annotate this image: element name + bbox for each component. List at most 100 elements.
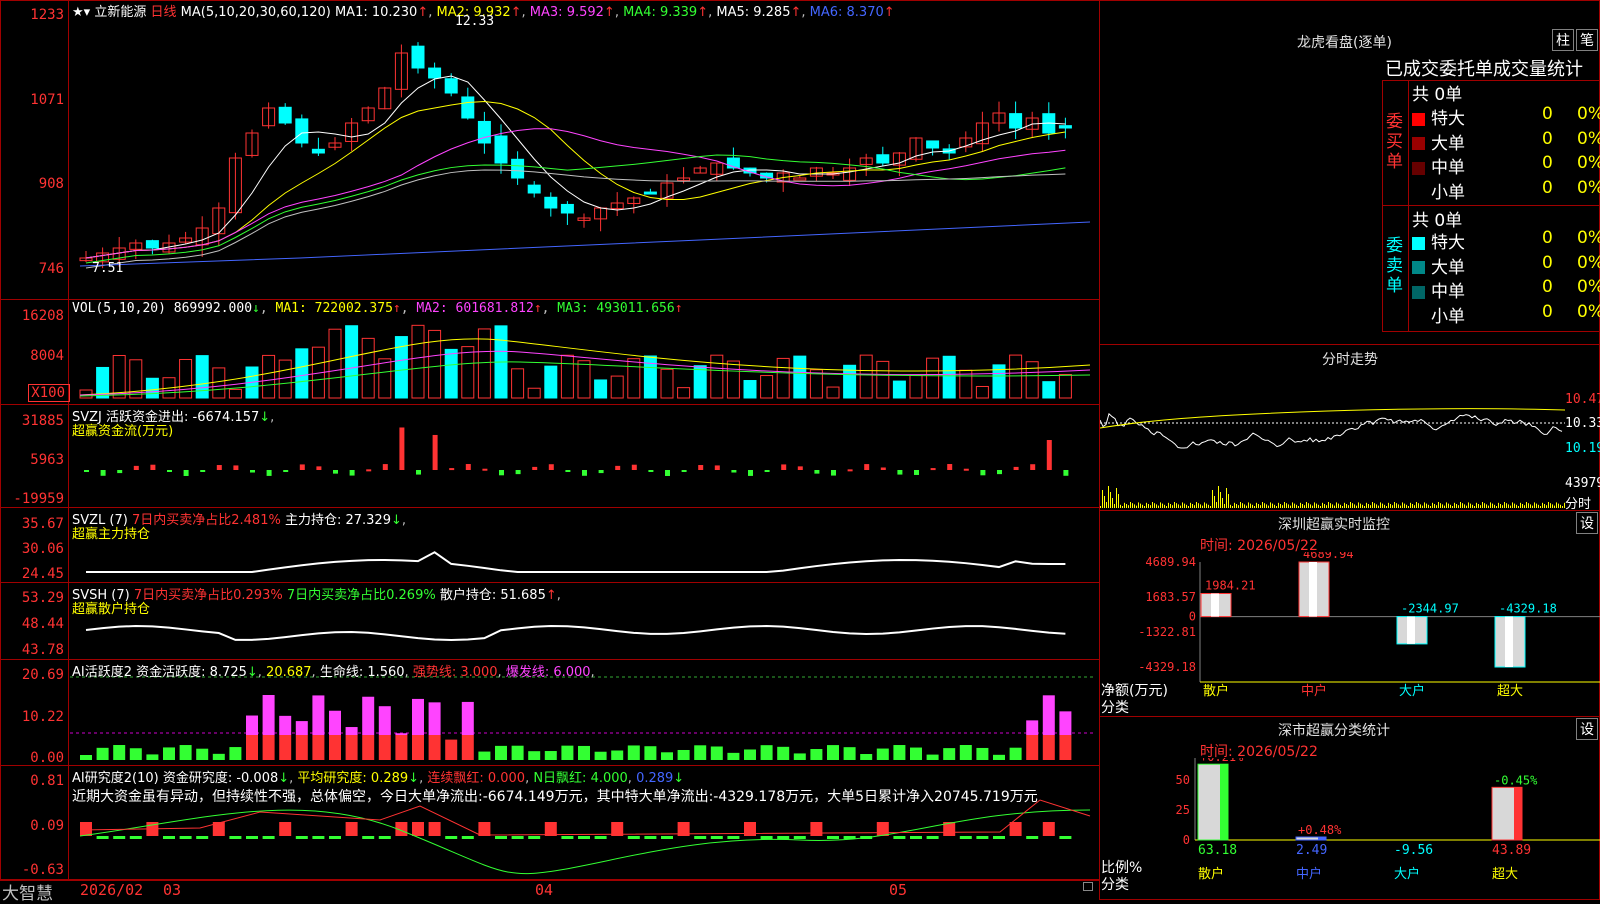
flow-bar xyxy=(366,469,372,472)
ma3-value: MA3: 9.592 xyxy=(529,5,604,20)
intraday-volume-bar xyxy=(1124,502,1125,508)
intraday-volume-bar xyxy=(1210,506,1211,508)
intraday-volume-bar xyxy=(1544,504,1545,508)
flow-bar xyxy=(797,466,803,470)
research-bar xyxy=(1009,822,1022,836)
intraday-volume-bar xyxy=(1216,502,1217,508)
activity-bar xyxy=(511,745,524,760)
intraday-volume-bar xyxy=(1206,503,1207,508)
classify-settings-button[interactable]: 设 xyxy=(1576,718,1598,740)
low-mark: 7.51 xyxy=(92,261,124,276)
candle-body xyxy=(145,240,159,249)
color-swatch-icon xyxy=(1412,285,1425,299)
period-label[interactable]: 日线 xyxy=(150,5,176,20)
order-percent: 0% xyxy=(1577,177,1600,198)
research-bar xyxy=(777,836,790,839)
intraday-volume-bar xyxy=(1480,505,1481,508)
flow-bar xyxy=(432,434,438,470)
flow-bar xyxy=(349,470,355,476)
intraday-volume-bar xyxy=(1368,504,1369,508)
volume-bar xyxy=(826,386,840,399)
intraday-volume-bar xyxy=(1340,504,1341,508)
activity-bar xyxy=(594,751,607,760)
intraday-volume-bar xyxy=(1296,504,1297,508)
volume-bar xyxy=(693,365,707,399)
research-bar xyxy=(478,822,491,836)
order-size-label: 特大 xyxy=(1431,233,1465,253)
research-bar xyxy=(760,836,773,839)
intraday-chart[interactable] xyxy=(1100,368,1565,510)
volume-bar xyxy=(926,357,940,399)
intraday-volume-bar xyxy=(1562,506,1563,508)
intraday-volume-bar xyxy=(1148,504,1149,508)
activity-bar xyxy=(246,735,258,760)
order-count: 0 xyxy=(1542,252,1553,273)
intraday-volume-bar xyxy=(1102,490,1103,508)
chart-canvas[interactable] xyxy=(0,0,1100,880)
activity-bar xyxy=(80,755,92,760)
flow-bar xyxy=(582,470,587,476)
intraday-volume-bar xyxy=(1222,498,1223,508)
activity-bar xyxy=(544,751,557,760)
volume-bar xyxy=(743,380,757,399)
intraday-volume-bar xyxy=(1290,505,1291,508)
bar-mode-button[interactable]: 柱 xyxy=(1552,29,1574,51)
intraday-volume-bar xyxy=(1322,502,1323,508)
intraday-volume-bar xyxy=(1442,504,1443,508)
intraday-volume-bar xyxy=(1280,504,1281,508)
candle-body xyxy=(643,191,657,195)
flow-bar xyxy=(748,470,753,476)
activity-top-bar xyxy=(412,698,424,735)
activity-top-bar xyxy=(1042,695,1055,735)
activity-bar xyxy=(694,745,707,760)
flow-bar xyxy=(333,470,338,474)
flow-bar xyxy=(316,466,322,470)
activity-bar xyxy=(378,735,391,760)
intraday-volume-bar xyxy=(1266,504,1267,508)
intraday-volume-bar xyxy=(1508,504,1509,508)
intraday-volume-bar xyxy=(1312,505,1313,508)
volume-bar xyxy=(345,325,359,399)
category-label: 分类 xyxy=(1101,700,1129,716)
stock-name[interactable]: 立新能源 xyxy=(94,5,146,20)
activity-bar xyxy=(179,745,192,760)
activity-top-bar xyxy=(329,710,341,735)
flow-bar xyxy=(515,470,521,475)
activity-bar xyxy=(993,754,1005,760)
research-bar xyxy=(461,836,474,839)
research-bar xyxy=(727,836,740,839)
monitor-axis-label: -1322.81 xyxy=(1138,625,1196,639)
candle-body xyxy=(1009,113,1023,129)
intraday-volume-bar xyxy=(1530,504,1531,508)
research-bar xyxy=(378,836,391,839)
buy-total: 共 0单 xyxy=(1412,85,1463,105)
monitor-settings-button[interactable]: 设 xyxy=(1576,512,1598,534)
flow-bar xyxy=(831,470,836,476)
classify-bar-value: 2.49 xyxy=(1296,843,1327,858)
volume-bar xyxy=(278,359,292,399)
research-bar xyxy=(1059,836,1072,839)
intraday-volume-bar xyxy=(1194,505,1195,508)
lock-icon[interactable] xyxy=(1083,882,1093,891)
intraday-volume-bar xyxy=(1350,502,1351,508)
intraday-volume-bar xyxy=(1284,502,1285,508)
research-bar xyxy=(910,836,922,839)
activity-top-bar xyxy=(262,695,275,735)
intraday-volume-bar xyxy=(1330,503,1331,508)
buy-order-row: 中单 0 0% xyxy=(1412,153,1600,178)
activity-bar xyxy=(1059,735,1072,760)
star-icon[interactable]: ★▾ xyxy=(72,5,90,20)
intraday-volume-bar xyxy=(1532,505,1533,508)
intraday-volume-bar xyxy=(1164,504,1165,508)
monitor-axis-label: 1683.57 xyxy=(1145,590,1196,604)
intraday-volume-bar xyxy=(1298,506,1299,508)
intraday-volume-bar xyxy=(1274,504,1275,508)
intraday-axis-label: 10.47 xyxy=(1565,392,1600,407)
tick-mode-button[interactable]: 笔 xyxy=(1576,29,1598,51)
flow-bar xyxy=(532,466,538,470)
volume-bar xyxy=(228,388,242,399)
intraday-volume-bar xyxy=(1466,505,1467,508)
activity-bar xyxy=(677,749,690,760)
candle-body xyxy=(311,148,325,154)
flow-bar xyxy=(598,470,604,474)
